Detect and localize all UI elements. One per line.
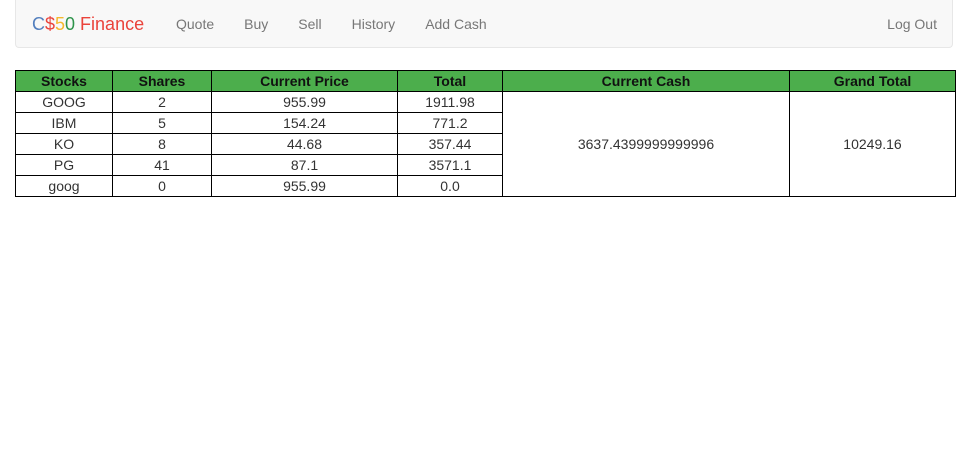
nav-quote-link[interactable]: Quote — [161, 0, 229, 48]
cell-total: 771.2 — [397, 112, 503, 134]
table-header-row: Stocks Shares Current Price Total Curren… — [15, 70, 956, 92]
brand-logo-link[interactable]: C$50 Finance — [32, 13, 144, 35]
cell-shares: 5 — [112, 112, 212, 134]
cell-price: 87.1 — [211, 154, 398, 176]
cell-symbol: PG — [15, 154, 113, 176]
nav-history-link[interactable]: History — [337, 0, 411, 48]
brand-word-finance: Finance — [75, 14, 145, 34]
cell-symbol: GOOG — [15, 91, 113, 113]
cell-shares: 41 — [112, 154, 212, 176]
cell-total: 357.44 — [397, 133, 503, 155]
nav-right: Log Out — [872, 0, 937, 48]
portfolio-table: Stocks Shares Current Price Total Curren… — [15, 70, 956, 197]
brand-letter-c: C — [32, 14, 45, 34]
cell-price: 44.68 — [211, 133, 398, 155]
cell-grand-total: 10249.16 — [789, 91, 956, 197]
cell-shares: 8 — [112, 133, 212, 155]
cell-price: 955.99 — [211, 175, 398, 197]
cell-symbol: IBM — [15, 112, 113, 134]
cell-symbol: KO — [15, 133, 113, 155]
nav-buy-link[interactable]: Buy — [229, 0, 283, 48]
header-shares: Shares — [112, 70, 212, 92]
nav-add-cash-link[interactable]: Add Cash — [410, 0, 501, 48]
cell-shares: 0 — [112, 175, 212, 197]
brand-letter-dollar: $ — [45, 14, 56, 34]
nav-links: Quote Buy Sell History Add Cash — [161, 0, 502, 48]
header-current-price: Current Price — [211, 70, 398, 92]
cell-symbol: goog — [15, 175, 113, 197]
navbar: C$50 Finance Quote Buy Sell History Add … — [15, 0, 953, 48]
cell-total: 1911.98 — [397, 91, 503, 113]
header-total: Total — [397, 70, 503, 92]
cell-total: 3571.1 — [397, 154, 503, 176]
nav-sell-link[interactable]: Sell — [283, 0, 336, 48]
nav-log-out-link[interactable]: Log Out — [872, 0, 937, 48]
header-stocks: Stocks — [15, 70, 113, 92]
cell-price: 955.99 — [211, 91, 398, 113]
cell-total: 0.0 — [397, 175, 503, 197]
header-grand-total: Grand Total — [789, 70, 956, 92]
cell-shares: 2 — [112, 91, 212, 113]
cell-current-cash: 3637.4399999999996 — [502, 91, 790, 197]
brand-letter-5: 5 — [55, 14, 66, 34]
cell-price: 154.24 — [211, 112, 398, 134]
header-current-cash: Current Cash — [502, 70, 790, 92]
brand-letter-0: 0 — [65, 14, 76, 34]
table-row: GOOG 2 955.99 1911.98 3637.4399999999996… — [15, 91, 956, 197]
